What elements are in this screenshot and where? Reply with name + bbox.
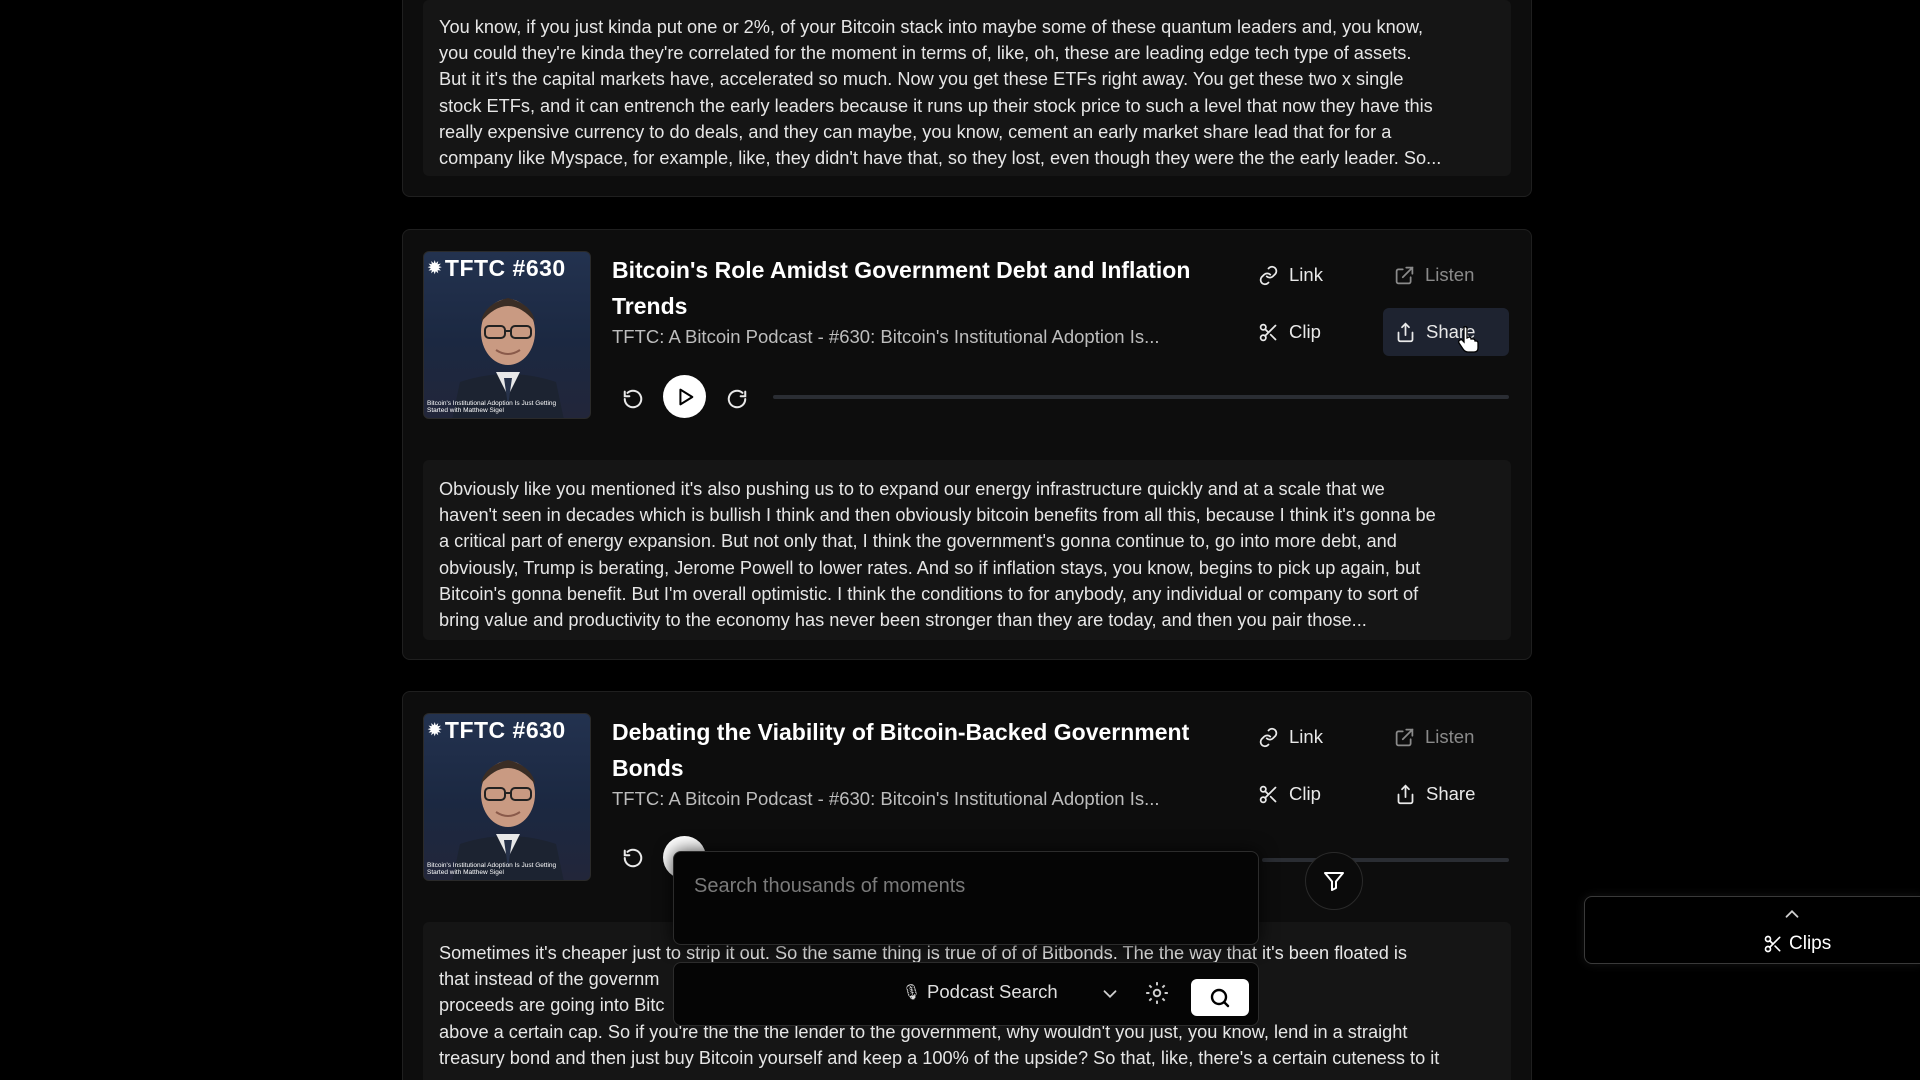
- share-icon: [1397, 784, 1414, 804]
- listen-button[interactable]: Listen: [1382, 251, 1486, 299]
- share-icon: [1397, 322, 1414, 342]
- excerpt-line: You know, if you just kinda put one or 2…: [439, 17, 1424, 37]
- rewind-icon: [623, 389, 643, 409]
- excerpt-line: a critical part of energy expansion. But…: [439, 531, 1397, 552]
- search-panel: [673, 851, 1259, 945]
- episode-title[interactable]: Debating the Viability of Bitcoin-Backed…: [612, 714, 1202, 786]
- scissors-icon: [1259, 785, 1277, 803]
- excerpt-line: treasury bond and then just buy Bitcoin …: [439, 1047, 1440, 1068]
- scissors-icon: [1764, 935, 1781, 953]
- clip-button[interactable]: Clip: [1246, 308, 1333, 356]
- thumbnail-caption: Bitcoin's Institutional Adoption Is Just…: [427, 862, 557, 876]
- external-link-icon: [1395, 266, 1414, 284]
- share-button[interactable]: Share: [1383, 770, 1487, 818]
- external-link-icon: [1395, 728, 1414, 746]
- excerpt-line: really expensive currency to do deals, a…: [439, 121, 1392, 142]
- episode-title[interactable]: Bitcoin's Role Amidst Government Debt an…: [612, 252, 1202, 324]
- link-icon: [1259, 265, 1278, 285]
- gear-icon[interactable]: [1144, 980, 1170, 1006]
- filter-icon: [1324, 872, 1344, 891]
- transcript-excerpt: Obviously like you mentioned it's also p…: [423, 460, 1511, 640]
- microphone-icon: 🎙: [902, 984, 922, 1001]
- page: You know, if you just kinda put one or 2…: [0, 0, 1920, 1080]
- episode-subtitle: TFTC: A Bitcoin Podcast - #630: Bitcoin'…: [612, 788, 1160, 809]
- search-submit-button[interactable]: [1191, 979, 1249, 1016]
- filter-button[interactable]: [1305, 852, 1363, 910]
- podcast-thumbnail[interactable]: ✹ TFTC #630 Bitcoin's Institutional Adopt…: [423, 251, 591, 419]
- bitcoin-gear-icon: ✹: [428, 260, 442, 277]
- scissors-icon: [1259, 323, 1277, 341]
- rewind-button[interactable]: [619, 385, 647, 413]
- link-button[interactable]: Link: [1246, 251, 1335, 299]
- pointer-cursor-icon: [1458, 326, 1479, 353]
- search-input[interactable]: [694, 870, 1234, 902]
- thumbnail-tag: TFTC #630: [444, 255, 566, 281]
- excerpt-line: haven't seen in decades which is bullish…: [439, 505, 1436, 526]
- share-button[interactable]: Share: [1383, 308, 1509, 356]
- clips-label: Clips: [1789, 933, 1832, 954]
- forward-icon: [727, 389, 747, 409]
- excerpt-line: stock ETFs, and it can entrench the earl…: [439, 95, 1433, 116]
- excerpt-line: you could they're kinda they're correlat…: [439, 43, 1412, 64]
- excerpt-line: Bitcoin's gonna benefit. But I'm overall…: [439, 583, 1419, 604]
- bitcoin-gear-icon: ✹: [428, 722, 442, 739]
- rewind-button[interactable]: [619, 844, 647, 872]
- rewind-icon: [623, 848, 643, 868]
- progress-bar[interactable]: [1262, 858, 1509, 862]
- excerpt-line: Obviously like you mentioned it's also p…: [439, 479, 1385, 499]
- listen-button[interactable]: Listen: [1382, 713, 1486, 761]
- forward-button[interactable]: [723, 385, 751, 413]
- search-mode-select[interactable]: 🎙 Podcast Search: [902, 981, 1058, 1003]
- excerpt-line: obviously, Trump is berating, Jerome Pow…: [439, 557, 1421, 578]
- progress-bar[interactable]: [773, 395, 1509, 399]
- chevron-down-icon[interactable]: [1099, 983, 1121, 1005]
- chevron-up-icon[interactable]: [1781, 903, 1803, 925]
- excerpt-line: But it it's the capital markets have, ac…: [439, 69, 1404, 90]
- link-icon: [1259, 727, 1278, 747]
- thumbnail-tag: TFTC #630: [444, 717, 566, 743]
- episode-subtitle: TFTC: A Bitcoin Podcast - #630: Bitcoin'…: [612, 326, 1160, 347]
- search-toolbar: 🎙 Podcast Search: [673, 962, 1259, 1026]
- search-icon: [1210, 988, 1230, 1007]
- play-button[interactable]: [663, 375, 706, 418]
- excerpt-line: bring value and productivity to the econ…: [439, 610, 1367, 631]
- excerpt-line: company like Myspace, for example, like,…: [439, 148, 1442, 169]
- link-button[interactable]: Link: [1246, 713, 1335, 761]
- clip-button[interactable]: Clip: [1246, 770, 1333, 818]
- play-icon: [678, 388, 693, 405]
- thumbnail-caption: Bitcoin's Institutional Adoption Is Just…: [427, 400, 557, 414]
- podcast-thumbnail[interactable]: ✹ TFTC #630 Bitcoin's Institutional Adopt…: [423, 713, 591, 881]
- clips-drawer[interactable]: Clips: [1584, 896, 1920, 964]
- transcript-excerpt: You know, if you just kinda put one or 2…: [423, 0, 1511, 176]
